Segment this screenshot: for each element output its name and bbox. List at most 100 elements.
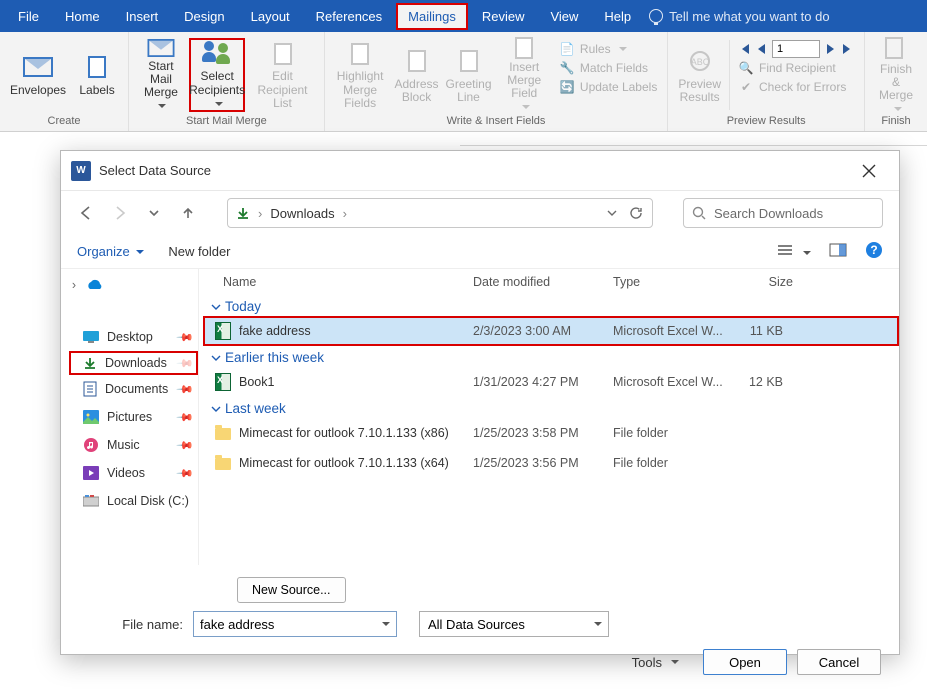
nav-local-disk[interactable]: Local Disk (C:) [69, 487, 198, 515]
finish-label: Finish & Merge [875, 63, 917, 103]
check-errors-button[interactable]: ✔Check for Errors [734, 78, 858, 96]
col-name[interactable]: Name [223, 275, 473, 289]
group-today[interactable]: Today [203, 295, 899, 316]
column-headers[interactable]: Name Date modified Type Size [203, 269, 899, 295]
open-button[interactable]: Open [703, 649, 787, 675]
forward-button[interactable] [111, 204, 129, 222]
finish-merge-button[interactable]: Finish & Merge [871, 38, 921, 112]
nav-music[interactable]: Music📌 [69, 431, 198, 459]
next-record-icon[interactable] [826, 43, 836, 55]
col-size[interactable]: Size [733, 275, 793, 289]
file-name: fake address [239, 324, 311, 338]
envelopes-button[interactable]: Envelopes [6, 38, 70, 112]
tools-dropdown[interactable]: Tools [632, 655, 679, 670]
match-fields-button[interactable]: 🔧Match Fields [555, 59, 661, 77]
people-icon [202, 40, 232, 68]
refresh-icon[interactable] [628, 205, 644, 221]
group-lastweek[interactable]: Last week [203, 397, 899, 418]
nav-documents-label: Documents [105, 382, 168, 396]
tab-references[interactable]: References [304, 3, 394, 30]
col-type[interactable]: Type [613, 275, 733, 289]
filename-input[interactable] [193, 611, 397, 637]
view-mode-dropdown[interactable] [776, 243, 811, 260]
chevron-down-icon [158, 104, 166, 112]
prev-record-icon[interactable] [756, 43, 766, 55]
address-block-button[interactable]: Address Block [392, 38, 442, 112]
nav-downloads-label: Downloads [105, 356, 167, 370]
last-record-icon[interactable] [842, 43, 854, 55]
help-button[interactable]: ? [865, 241, 883, 262]
file-mimecast-x64[interactable]: Mimecast for outlook 7.10.1.133 (x64) 1/… [203, 448, 899, 478]
tell-me[interactable]: Tell me what you want to do [649, 9, 829, 24]
file-size: 11 KB [733, 324, 783, 338]
music-icon [83, 437, 99, 453]
nav-videos[interactable]: Videos📌 [69, 459, 198, 487]
insert-merge-field-button[interactable]: Insert Merge Field [496, 38, 553, 112]
new-source-button[interactable]: New Source... [237, 577, 346, 603]
tab-home[interactable]: Home [53, 3, 112, 30]
tab-help[interactable]: Help [592, 3, 643, 30]
match-label: Match Fields [580, 61, 648, 75]
edit-recipient-list-button[interactable]: Edit Recipient List [247, 38, 317, 112]
record-index-input[interactable] [772, 40, 820, 58]
new-folder-button[interactable]: New folder [168, 244, 230, 259]
chevron-down-icon [215, 102, 223, 110]
close-button[interactable] [849, 157, 889, 185]
preview-label: Preview Results [678, 78, 721, 104]
file-book1[interactable]: Book1 1/31/2023 4:27 PM Microsoft Excel … [203, 367, 899, 397]
file-mimecast-x86[interactable]: Mimecast for outlook 7.10.1.133 (x86) 1/… [203, 418, 899, 448]
tab-file[interactable]: File [6, 3, 51, 30]
cancel-button[interactable]: Cancel [797, 649, 881, 675]
file-pane: Name Date modified Type Size Today fake … [199, 269, 899, 565]
organize-dropdown[interactable]: Organize [77, 244, 144, 259]
search-input[interactable]: Search Downloads [683, 198, 883, 228]
start-mail-merge-button[interactable]: Start Mail Merge [135, 38, 187, 112]
select-recipients-button[interactable]: Select Recipients [189, 38, 245, 112]
highlight-merge-fields-button[interactable]: Highlight Merge Fields [331, 38, 390, 112]
nav-downloads[interactable]: Downloads 📌 [69, 351, 198, 375]
tab-review[interactable]: Review [470, 3, 537, 30]
col-date[interactable]: Date modified [473, 275, 613, 289]
divider [729, 40, 730, 110]
tab-mailings[interactable]: Mailings [396, 3, 468, 30]
group-start-mail-merge: Start Mail Merge Select Recipients Ed [129, 32, 325, 131]
breadcrumb[interactable]: › Downloads › [227, 198, 653, 228]
update-labels-button[interactable]: 🔄Update Labels [555, 78, 661, 96]
nav-onedrive[interactable]: › [61, 269, 198, 301]
labels-button[interactable]: Labels [72, 38, 122, 112]
pin-icon: 📌 [176, 408, 195, 427]
videos-icon [83, 466, 99, 480]
first-record-icon[interactable] [738, 43, 750, 55]
chevron-down-icon[interactable] [606, 207, 618, 219]
rules-dropdown[interactable]: 📄Rules [555, 40, 661, 58]
nav-desktop[interactable]: Desktop📌 [69, 323, 198, 351]
preview-results-button[interactable]: ABC Preview Results [674, 38, 725, 112]
dialog-body: › Desktop📌 Downloads📌 Documents📌 Picture… [61, 269, 899, 565]
find-recipient-button[interactable]: 🔍Find Recipient [734, 59, 858, 77]
greeting-icon [460, 50, 478, 72]
nav-pictures[interactable]: Pictures📌 [69, 403, 198, 431]
filter-dropdown[interactable] [419, 611, 609, 637]
group-create: Envelopes Labels Create [0, 32, 129, 131]
pin-icon: 📌 [176, 354, 195, 373]
nav-documents[interactable]: Documents📌 [69, 375, 198, 403]
file-fake-address[interactable]: fake address 2/3/2023 3:00 AM Microsoft … [203, 316, 899, 346]
folder-icon [215, 428, 231, 440]
tab-layout[interactable]: Layout [239, 3, 302, 30]
dialog-title-bar: W Select Data Source [61, 151, 899, 191]
envelope-icon [23, 57, 53, 77]
file-type: File folder [613, 456, 733, 470]
group-earlier[interactable]: Earlier this week [203, 346, 899, 367]
folder-icon [215, 458, 231, 470]
filename-label: File name: [79, 617, 183, 632]
tab-view[interactable]: View [538, 3, 590, 30]
recent-locations-dropdown[interactable] [145, 204, 163, 222]
chevron-down-icon [522, 105, 530, 113]
greeting-line-button[interactable]: Greeting Line [444, 38, 494, 112]
back-button[interactable] [77, 204, 95, 222]
tab-insert[interactable]: Insert [114, 3, 171, 30]
dialog-toolbar: Organize New folder ? [61, 235, 899, 269]
preview-pane-button[interactable] [829, 243, 847, 260]
up-button[interactable] [179, 204, 197, 222]
tab-design[interactable]: Design [172, 3, 236, 30]
